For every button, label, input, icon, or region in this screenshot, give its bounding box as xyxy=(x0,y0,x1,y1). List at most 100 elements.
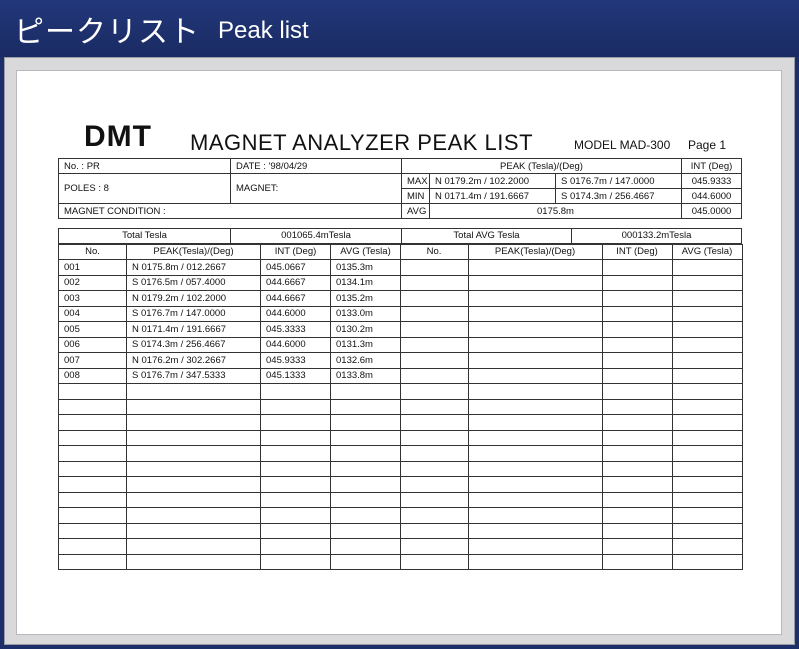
table-row xyxy=(58,460,401,477)
table-row xyxy=(399,460,743,477)
row-avg xyxy=(330,476,401,493)
int-header: INT (Deg) xyxy=(681,158,742,174)
row-avg: 0135.2m xyxy=(330,290,401,307)
row-peak xyxy=(126,414,261,431)
col-avg: AVG (Tesla) xyxy=(330,243,401,260)
min-n: N 0171.4m / 191.6667 xyxy=(429,188,556,204)
table-row xyxy=(399,414,743,431)
table-row xyxy=(399,274,743,291)
row-no xyxy=(58,538,127,555)
row-peak: S 0174.3m / 256.4667 xyxy=(126,336,261,353)
row-int xyxy=(601,476,673,493)
table-row xyxy=(399,336,743,353)
row-peak xyxy=(467,491,603,508)
col-avg: AVG (Tesla) xyxy=(671,243,743,260)
peak-header: PEAK (Tesla)/(Deg) xyxy=(401,158,682,174)
table-row xyxy=(399,507,743,524)
row-no xyxy=(399,429,469,446)
row-no: 008 xyxy=(58,367,127,384)
banner-title-jp: ピークリスト xyxy=(14,14,200,50)
row-avg xyxy=(330,460,401,477)
row-no xyxy=(399,321,469,338)
info-table: No. : PR DATE : '98/04/29 PEAK (Tesla)/(… xyxy=(58,158,742,219)
table-row xyxy=(399,259,743,276)
row-avg xyxy=(671,321,743,338)
row-peak xyxy=(126,476,261,493)
max-n: N 0179.2m / 102.2000 xyxy=(429,173,556,189)
row-no xyxy=(58,507,127,524)
row-no xyxy=(58,476,127,493)
table-row xyxy=(399,476,743,493)
table-row: 004 S 0176.7m / 147.0000 044.6000 0133.0m xyxy=(58,305,401,322)
table-row xyxy=(58,538,401,555)
table-row xyxy=(399,367,743,384)
row-peak xyxy=(467,460,603,477)
total-tesla-label: Total Tesla xyxy=(58,228,231,244)
row-avg xyxy=(671,538,743,555)
row-peak: N 0175.8m / 012.2667 xyxy=(126,259,261,276)
table-row xyxy=(58,429,401,446)
row-int xyxy=(601,383,673,400)
row-int xyxy=(601,507,673,524)
header-banner: ピークリスト Peak list xyxy=(0,0,799,57)
document-title: MAGNET ANALYZER PEAK LIST xyxy=(190,130,534,155)
row-avg: 0135.3m xyxy=(330,259,401,276)
table-row xyxy=(58,476,401,493)
row-avg xyxy=(330,383,401,400)
table-row xyxy=(399,538,743,555)
row-int xyxy=(260,476,331,493)
row-int xyxy=(601,305,673,322)
table-row xyxy=(399,429,743,446)
row-avg xyxy=(330,414,401,431)
row-avg xyxy=(671,460,743,477)
table-row xyxy=(399,352,743,369)
row-peak: N 0176.2m / 302.2667 xyxy=(126,352,261,369)
table-row xyxy=(58,491,401,508)
row-int: 044.6667 xyxy=(260,290,331,307)
row-no: 005 xyxy=(58,321,127,338)
row-int xyxy=(260,507,331,524)
row-no: 001 xyxy=(58,259,127,276)
row-avg xyxy=(671,507,743,524)
row-int xyxy=(260,414,331,431)
row-int xyxy=(260,491,331,508)
row-no xyxy=(58,491,127,508)
row-avg xyxy=(671,336,743,353)
table-row xyxy=(399,321,743,338)
row-int xyxy=(601,336,673,353)
row-peak xyxy=(467,429,603,446)
row-int: 045.0667 xyxy=(260,259,331,276)
row-peak xyxy=(126,398,261,415)
row-int: 045.9333 xyxy=(260,352,331,369)
row-avg: 0133.8m xyxy=(330,367,401,384)
row-peak xyxy=(126,522,261,539)
totals-table: Total Tesla 001065.4mTesla Total AVG Tes… xyxy=(58,228,742,244)
row-avg xyxy=(330,522,401,539)
row-int xyxy=(601,352,673,369)
table-row xyxy=(58,414,401,431)
row-avg xyxy=(330,491,401,508)
row-peak xyxy=(467,352,603,369)
row-int xyxy=(601,414,673,431)
row-int xyxy=(260,538,331,555)
row-avg xyxy=(671,522,743,539)
table-row xyxy=(58,507,401,524)
row-peak xyxy=(126,507,261,524)
row-no xyxy=(58,398,127,415)
row-peak xyxy=(467,274,603,291)
row-peak xyxy=(126,445,261,462)
col-int: INT (Deg) xyxy=(260,243,331,260)
row-int xyxy=(601,290,673,307)
model-label: MODEL MAD-300 xyxy=(574,138,671,152)
row-no xyxy=(399,491,469,508)
row-peak xyxy=(467,259,603,276)
row-avg: 0131.3m xyxy=(330,336,401,353)
row-int xyxy=(260,429,331,446)
row-no xyxy=(399,507,469,524)
row-peak: N 0171.4m / 191.6667 xyxy=(126,321,261,338)
magnet-condition: MAGNET CONDITION : xyxy=(58,203,402,219)
row-avg xyxy=(671,445,743,462)
row-peak xyxy=(467,367,603,384)
table-row xyxy=(399,398,743,415)
row-int xyxy=(260,383,331,400)
